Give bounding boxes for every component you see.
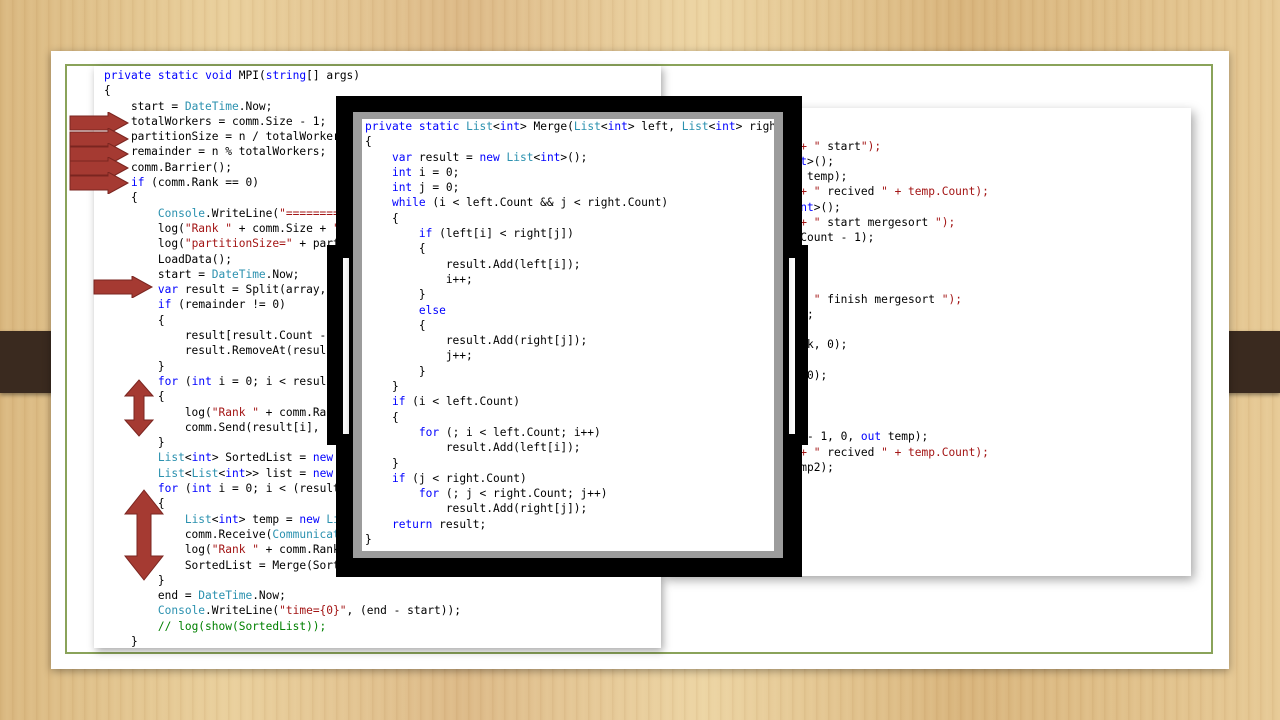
code-line: { [365, 242, 426, 256]
code-line: private static List<int> Merge(List<int>… [365, 120, 774, 133]
code-line: result.Add(right[j]); [365, 334, 588, 348]
code-block-center: private static List<int> Merge(List<int>… [365, 119, 774, 547]
code-line: int j = 0; [391, 181, 460, 195]
frame-gap-left [343, 258, 349, 434]
code-line: } [365, 364, 426, 378]
arrow-right-icon [93, 276, 154, 298]
code-line: i++; [365, 272, 473, 286]
code-line: result.Add(right[j]); [365, 502, 588, 516]
code-line: return result; [391, 517, 487, 531]
code-line: // log(show(SortedList)); [157, 619, 327, 633]
code-line: j++; [365, 349, 473, 363]
code-line: Console.WriteLine("time={0}", (end - sta… [157, 604, 462, 618]
code-line: } [365, 288, 426, 302]
arrow-right-icon [69, 172, 130, 194]
code-line: result.Add(left[i]); [365, 257, 581, 271]
code-line: for (; j < right.Count; j++) [418, 487, 608, 501]
code-line: } [365, 456, 399, 470]
code-line: for (; i < left.Count; i++) [418, 425, 601, 439]
code-line: { [365, 211, 399, 225]
code-line: if (i < left.Count) [391, 395, 520, 409]
code-line: var result = new List<int>(); [391, 150, 588, 164]
code-line: { [365, 135, 372, 149]
code-line: } [104, 634, 138, 648]
code-line: { [365, 410, 399, 424]
code-line: if (j < right.Count) [391, 471, 527, 485]
code-line: else [418, 303, 446, 317]
double-arrow-vertical-icon [124, 379, 154, 437]
code-line: result.Add(left[i]); [365, 441, 581, 455]
code-line: } [365, 533, 372, 547]
double-arrow-vertical-icon [124, 489, 164, 581]
frame-gap-right [789, 258, 795, 434]
code-line: int i = 0; [391, 165, 460, 179]
code-line: end = DateTime.Now; [104, 589, 286, 603]
code-line: if (left[i] < right[j]) [418, 227, 574, 241]
code-line: private static void MPI(string[] args) [104, 69, 361, 82]
code-line: } [365, 380, 399, 394]
code-line: { [365, 318, 426, 332]
code-line: while (i < left.Count && j < right.Count… [391, 196, 669, 210]
code-panel-center: private static List<int> Merge(List<int>… [362, 119, 774, 551]
